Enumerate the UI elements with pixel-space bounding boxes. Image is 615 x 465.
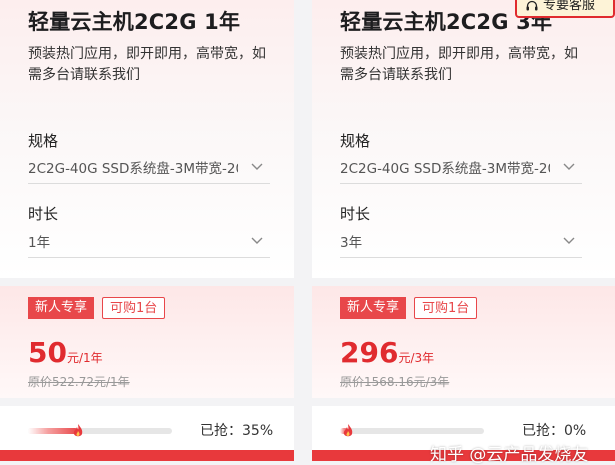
spec-select-value: 2C2G-40G SSD系统盘-3M带宽-20	[28, 161, 238, 177]
customer-service-label: 专要客服	[543, 0, 596, 13]
flame-icon	[74, 424, 83, 437]
duration-select-value: 3年	[340, 235, 363, 251]
sold-percentage: 已抢：35%	[200, 423, 274, 439]
duration-select[interactable]: 1年	[28, 231, 270, 258]
watermark: 知乎 @云产品发烧友	[430, 445, 589, 465]
duration-label: 时长	[28, 205, 59, 223]
progress-track	[28, 424, 172, 437]
duration-label: 时长	[340, 205, 371, 223]
product-card-1yr: 轻量云主机2C2G 1年 预装热门应用，即开即用，高带宽，如需多台请联系我们 规…	[0, 0, 294, 461]
progress-track	[340, 424, 484, 437]
headset-icon	[526, 0, 538, 11]
chevron-down-icon	[251, 237, 263, 244]
spec-select-value: 2C2G-40G SSD系统盘-3M带宽-20	[340, 161, 550, 177]
original-price: 原价1568.16元/3年	[340, 375, 450, 389]
price-unit: 元/1年	[66, 351, 103, 365]
new-user-tag: 新人专享	[28, 297, 95, 319]
chevron-down-icon	[251, 163, 263, 170]
purchase-limit-tag: 可购1台	[414, 297, 478, 319]
price-value: 296	[340, 336, 399, 369]
divider	[0, 398, 294, 406]
chevron-down-icon	[563, 163, 575, 170]
card-title: 轻量云主机2C2G 1年	[28, 10, 241, 34]
price-value: 50	[28, 336, 67, 369]
price-unit: 元/3年	[398, 351, 435, 365]
original-price: 原价522.72元/1年	[28, 375, 130, 389]
spec-label: 规格	[340, 132, 371, 150]
price: 50元/1年	[28, 336, 103, 369]
purchase-limit-tag: 可购1台	[102, 297, 166, 319]
customer-service-button[interactable]: 专要客服	[515, 0, 615, 18]
price: 296元/3年	[340, 336, 434, 369]
progress-fill	[28, 428, 79, 434]
divider	[0, 278, 294, 286]
product-card-3yr: 轻量云主机2C2G 3年 预装热门应用，即开即用，高带宽，如需多台请联系我们 规…	[312, 0, 615, 461]
duration-select[interactable]: 3年	[340, 231, 582, 258]
duration-select-value: 1年	[28, 235, 51, 251]
divider	[312, 278, 615, 286]
spec-select[interactable]: 2C2G-40G SSD系统盘-3M带宽-20	[28, 157, 270, 184]
card-description: 预装热门应用，即开即用，高带宽，如需多台请联系我们	[28, 46, 266, 83]
card-description: 预装热门应用，即开即用，高带宽，如需多台请联系我们	[340, 46, 578, 83]
sold-percentage: 已抢：0%	[522, 423, 587, 439]
flame-icon	[343, 424, 353, 437]
spec-label: 规格	[28, 132, 59, 150]
divider	[312, 398, 615, 406]
spec-select[interactable]: 2C2G-40G SSD系统盘-3M带宽-20	[340, 157, 582, 184]
chevron-down-icon	[563, 237, 575, 244]
buy-button[interactable]	[0, 450, 294, 461]
new-user-tag: 新人专享	[340, 297, 407, 319]
